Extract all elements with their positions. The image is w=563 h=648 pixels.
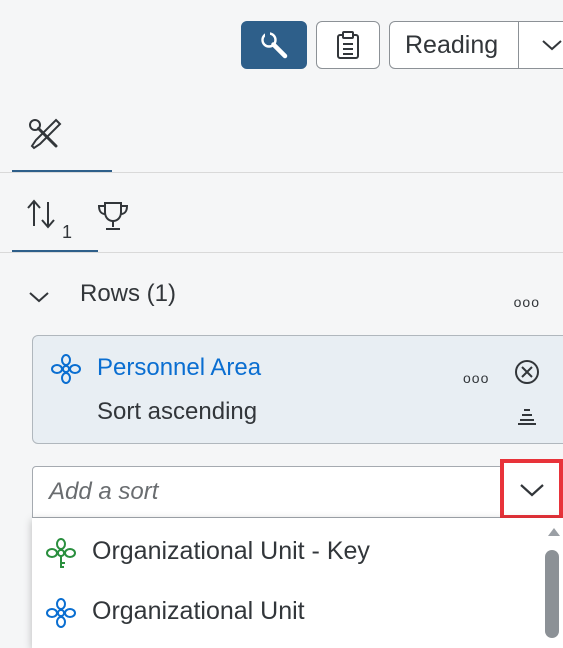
remove-circle-icon[interactable]: [513, 358, 541, 386]
sort-item-direction: Sort ascending: [97, 398, 258, 425]
chevron-down-icon[interactable]: [28, 290, 50, 304]
tab-tools[interactable]: [26, 116, 64, 154]
scroll-up-arrow-icon[interactable]: [548, 528, 560, 536]
hierarchy-icon: [49, 352, 83, 386]
rows-title: Rows (1): [80, 280, 177, 307]
sort-icon: [26, 196, 66, 230]
scrollbar-thumb[interactable]: [545, 550, 559, 638]
hierarchy-key-icon: [44, 536, 78, 570]
sort-badge: 1: [62, 222, 73, 242]
clipboard-button[interactable]: [316, 21, 380, 69]
wrench-icon: [259, 30, 289, 60]
chevron-down-icon[interactable]: [540, 34, 563, 56]
rows-more-button[interactable]: ooo: [514, 294, 540, 310]
trophy-icon: [96, 200, 130, 232]
reading-mode-select[interactable]: Reading: [389, 21, 563, 69]
select-divider: [518, 22, 519, 68]
chevron-down-icon: [518, 481, 546, 499]
tab-divider: [0, 172, 563, 173]
add-sort-dropdown-button[interactable]: [500, 459, 563, 519]
list-item-label: Organizational Unit - Key: [92, 537, 370, 565]
drag-handle-icon[interactable]: [517, 408, 537, 426]
sort-item-title: Personnel Area: [97, 354, 262, 381]
tools-icon: [26, 116, 64, 154]
list-item[interactable]: Organizational Unit: [32, 582, 542, 642]
tools-button[interactable]: [241, 21, 307, 69]
clipboard-icon: [335, 30, 361, 60]
hierarchy-icon: [44, 596, 78, 630]
list-item[interactable]: Organizational Unit - Key: [32, 522, 542, 582]
sort-item-card[interactable]: Personnel Area Sort ascending ooo: [32, 335, 563, 444]
reading-mode-label: Reading: [405, 31, 499, 59]
tab-ranking[interactable]: [96, 200, 130, 232]
sort-options-list: Organizational Unit - Key Organizational…: [32, 518, 563, 648]
sort-item-more-button[interactable]: ooo: [463, 370, 489, 386]
subtab-divider: [0, 252, 563, 253]
tab-sort[interactable]: 1: [26, 196, 86, 242]
add-sort-input[interactable]: Add a sort: [32, 466, 563, 518]
add-sort-placeholder: Add a sort: [49, 478, 159, 505]
rows-section-header[interactable]: Rows (1) ooo: [24, 270, 563, 322]
list-item-label: Organizational Unit: [92, 597, 305, 625]
